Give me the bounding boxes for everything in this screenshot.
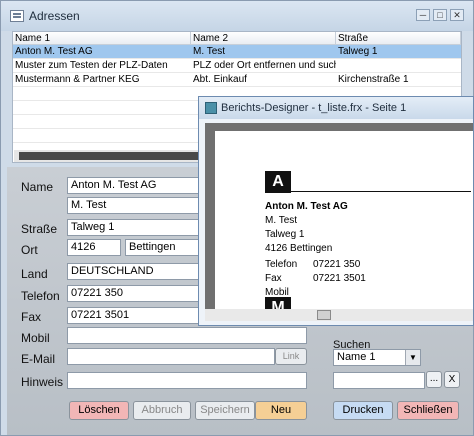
report-fax: 07221 3501 [313, 273, 366, 284]
hinweis-field[interactable] [67, 372, 307, 389]
report-canvas[interactable]: A Anton M. Test AG M. Test Talweg 1 4126… [205, 123, 473, 319]
neu-button[interactable]: Neu [255, 401, 307, 420]
clear-search-button[interactable]: X [444, 371, 460, 388]
loeschen-button[interactable]: Löschen [69, 401, 129, 420]
label-name: Name [21, 180, 54, 194]
minimize-button[interactable]: ─ [416, 9, 430, 21]
address-book-icon [10, 10, 24, 22]
report-designer-icon [205, 102, 217, 114]
strasse-field[interactable]: Talweg 1 [67, 219, 207, 236]
designer-title-bar: Berichts-Designer - t_liste.frx - Seite … [199, 97, 473, 119]
report-city: 4126 Bettingen [265, 243, 333, 254]
maximize-button[interactable]: □ [433, 9, 447, 21]
title-bar: Adressen ─ □ ✕ [1, 1, 473, 31]
close-window-button[interactable]: ✕ [450, 9, 464, 21]
chevron-down-icon[interactable]: ▼ [405, 350, 420, 365]
fax-field[interactable]: 07221 3501 [67, 307, 207, 324]
browse-button[interactable]: ... [426, 371, 442, 388]
table-cell: M. Test [193, 46, 226, 57]
horizontal-scrollbar[interactable] [14, 150, 214, 162]
column-header-name1[interactable]: Name 1 [13, 32, 191, 45]
schliessen-button[interactable]: Schließen [397, 401, 459, 420]
suchen-field[interactable] [333, 372, 425, 389]
land-field[interactable]: DEUTSCHLAND [67, 263, 207, 280]
plz-field[interactable]: 4126 [67, 239, 121, 256]
scrollbar-thumb[interactable] [317, 310, 331, 320]
column-header-name2[interactable]: Name 2 [191, 32, 336, 45]
column-header-strasse[interactable]: Straße [336, 32, 461, 45]
table-cell: PLZ oder Ort entfernen und sucher [193, 60, 336, 71]
label-strasse: Straße [21, 222, 58, 236]
table-cell: Muster zum Testen der PLZ-Daten [15, 60, 168, 71]
table-cell: Talweg 1 [338, 46, 378, 57]
table-row[interactable]: Anton M. Test AG M. Test Talweg 1 [13, 45, 461, 59]
window-title: Adressen [29, 9, 80, 23]
suchen-selected-value: Name 1 [337, 351, 376, 363]
label-ort: Ort [21, 243, 38, 257]
report-tel: 07221 350 [313, 259, 361, 270]
berichts-designer-window[interactable]: Berichts-Designer - t_liste.frx - Seite … [198, 96, 474, 326]
table-cell: Kirchenstraße 1 [338, 74, 409, 85]
report-tel-label: Telefon [265, 259, 298, 270]
group-divider [291, 191, 471, 192]
mobil-field[interactable] [67, 327, 307, 344]
report-company: Anton M. Test AG [265, 201, 348, 212]
designer-title: Berichts-Designer - t_liste.frx - Seite … [221, 102, 407, 114]
label-land: Land [21, 267, 48, 281]
email-field[interactable] [67, 348, 275, 365]
name2-field[interactable]: M. Test [67, 197, 207, 214]
label-hinweis: Hinweis [21, 375, 64, 389]
speichern-button[interactable]: Speichern [195, 401, 255, 420]
abbruch-button[interactable]: Abbruch [133, 401, 191, 420]
report-street: Talweg 1 [265, 229, 305, 240]
label-telefon: Telefon [21, 289, 60, 303]
label-email: E-Mail [21, 352, 56, 366]
telefon-field[interactable]: 07221 350 [67, 285, 207, 302]
report-page: A Anton M. Test AG M. Test Talweg 1 4126… [215, 131, 473, 319]
table-cell: Mustermann & Partner KEG [15, 74, 140, 85]
label-mobil: Mobil [21, 331, 50, 345]
label-fax: Fax [21, 310, 42, 324]
table-row[interactable]: Muster zum Testen der PLZ-Daten PLZ oder… [13, 59, 461, 73]
designer-horizontal-scrollbar[interactable] [205, 309, 473, 321]
group-header-letter: A [265, 171, 291, 193]
name1-field[interactable]: Anton M. Test AG [67, 177, 207, 194]
link-button[interactable]: Link [275, 348, 307, 365]
suchen-select[interactable]: Name 1 ▼ [333, 349, 421, 366]
drucken-button[interactable]: Drucken [333, 401, 393, 420]
table-cell: Abt. Einkauf [193, 74, 247, 85]
scrollbar-thumb[interactable] [19, 152, 205, 160]
report-fax-label: Fax [265, 273, 282, 284]
table-cell: Anton M. Test AG [15, 46, 93, 57]
report-contact: M. Test [265, 215, 298, 226]
table-row[interactable]: Mustermann & Partner KEG Abt. Einkauf Ki… [13, 73, 461, 87]
ort-field[interactable]: Bettingen [125, 239, 207, 256]
